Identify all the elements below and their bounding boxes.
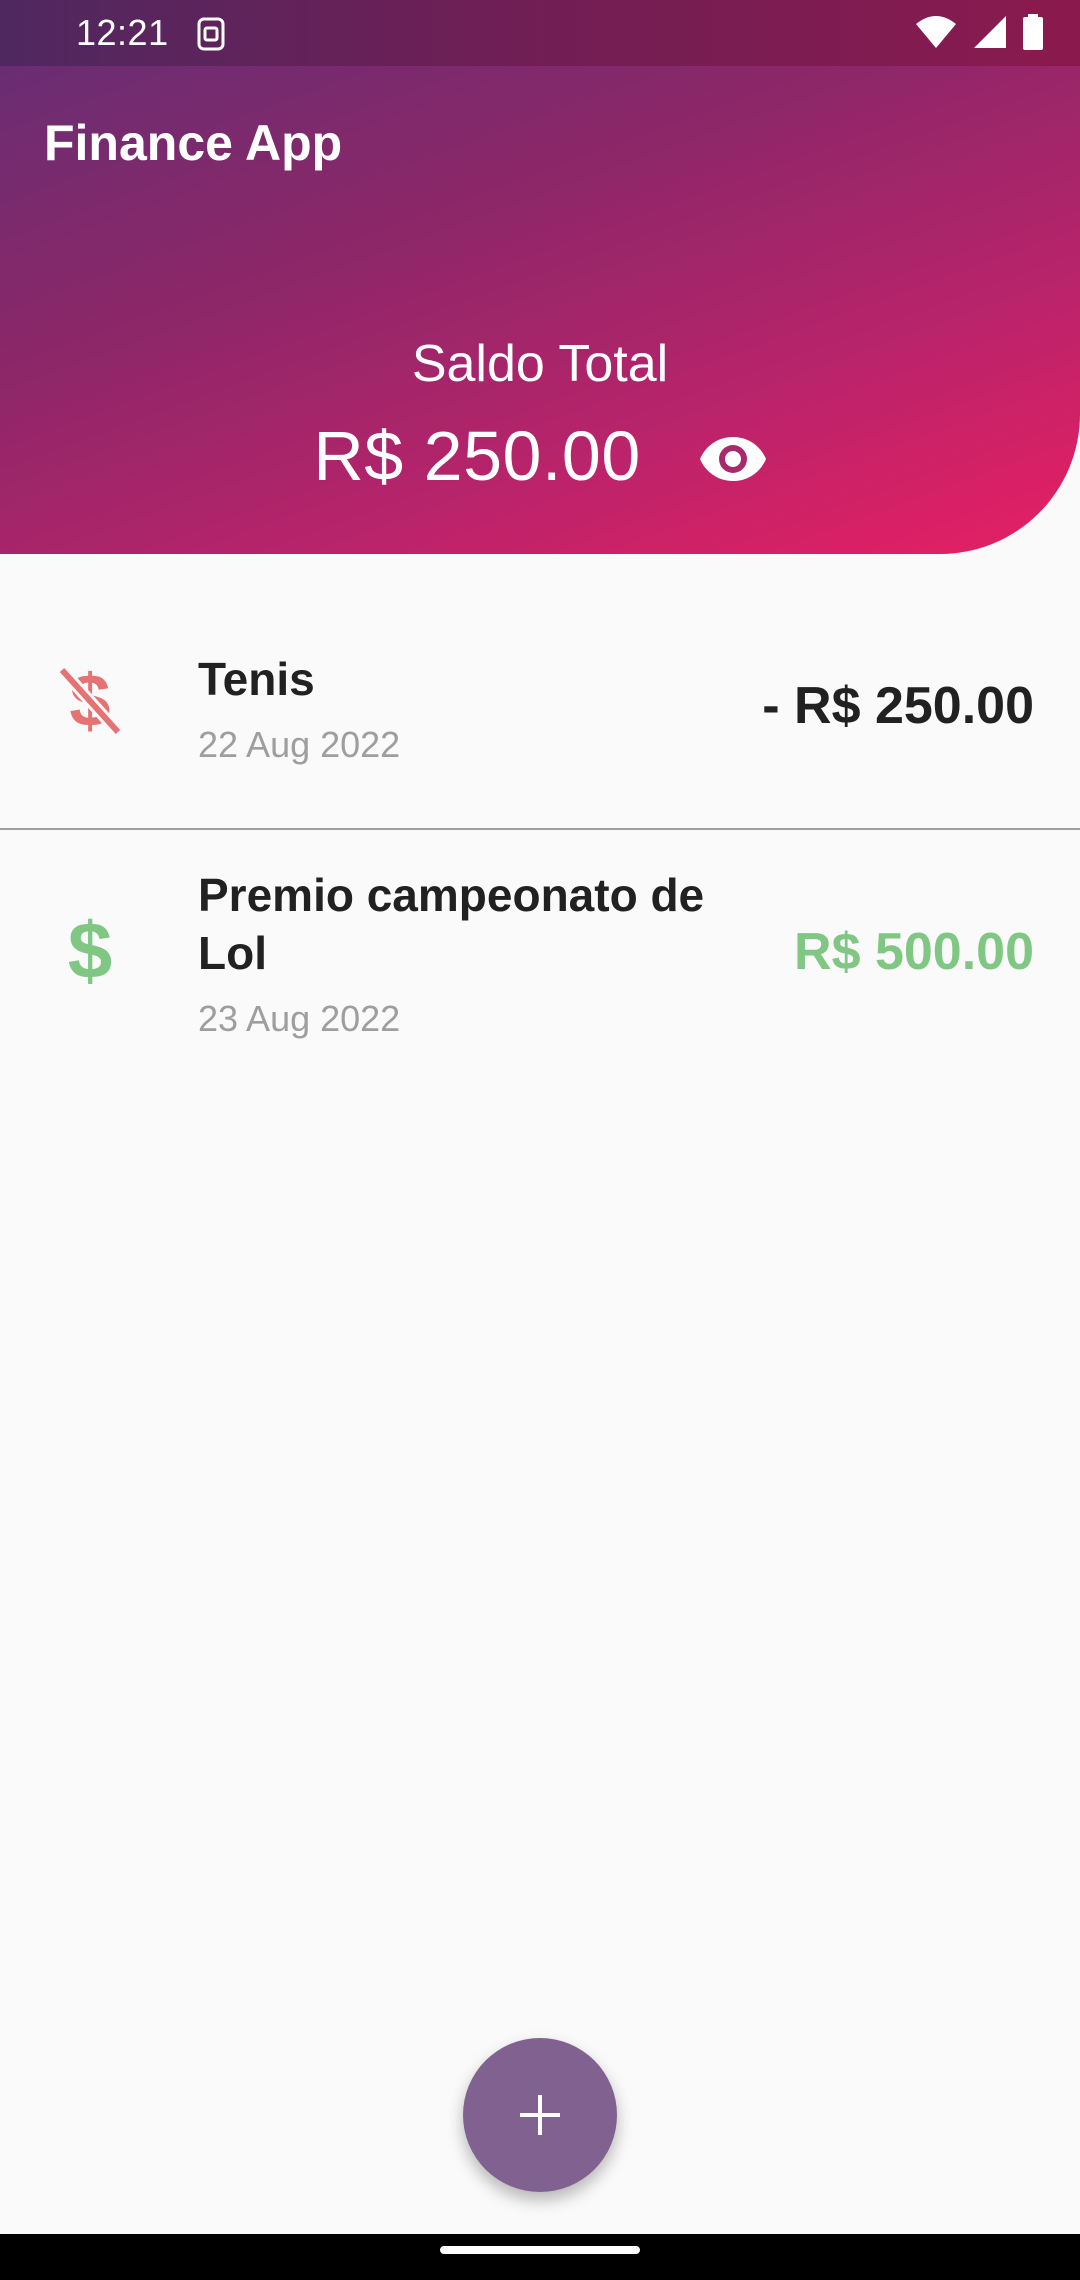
transaction-amount: R$ 500.00 xyxy=(794,923,1034,981)
transaction-list: $ Tenis 22 Aug 2022 - R$ 250.00 $ Premio… xyxy=(0,554,1080,1120)
cell-signal-icon xyxy=(974,16,1006,48)
money-off-icon: $ xyxy=(57,662,123,738)
status-icons xyxy=(914,14,1044,50)
svg-text:$: $ xyxy=(68,910,113,986)
dollar-icon: $ xyxy=(68,910,113,986)
transaction-date: 22 Aug 2022 xyxy=(198,724,401,765)
transaction-amount: - R$ 250.00 xyxy=(762,677,1034,735)
wifi-icon xyxy=(916,16,956,48)
transaction-date: 23 Aug 2022 xyxy=(198,998,401,1039)
transaction-item[interactable]: $ Tenis 22 Aug 2022 - R$ 250.00 xyxy=(0,554,1080,830)
balance-header: Finance App Saldo Total R$ 250.00 xyxy=(0,66,1080,554)
balance-label: Saldo Total xyxy=(411,335,669,393)
plus-icon xyxy=(520,2095,560,2135)
status-time: 12:21 xyxy=(76,12,169,53)
battery-icon xyxy=(1023,14,1043,50)
sim-card-icon xyxy=(197,17,225,51)
app-title: Finance App xyxy=(44,115,343,171)
home-gesture-handle[interactable] xyxy=(440,2246,640,2254)
transaction-item[interactable]: $ Premio campeonato de Lol 23 Aug 2022 R… xyxy=(0,830,1080,1120)
balance-value: R$ 250.00 xyxy=(313,417,641,495)
add-transaction-button[interactable] xyxy=(463,2038,617,2192)
navigation-bar xyxy=(0,2234,1080,2280)
status-bar: 12:21 xyxy=(0,0,1080,66)
transaction-title: Tenis xyxy=(198,653,315,705)
balance-row: R$ 250.00 xyxy=(0,416,1080,496)
transaction-title: Premio campeonato de Lol xyxy=(198,869,705,979)
eye-icon[interactable] xyxy=(699,435,767,483)
